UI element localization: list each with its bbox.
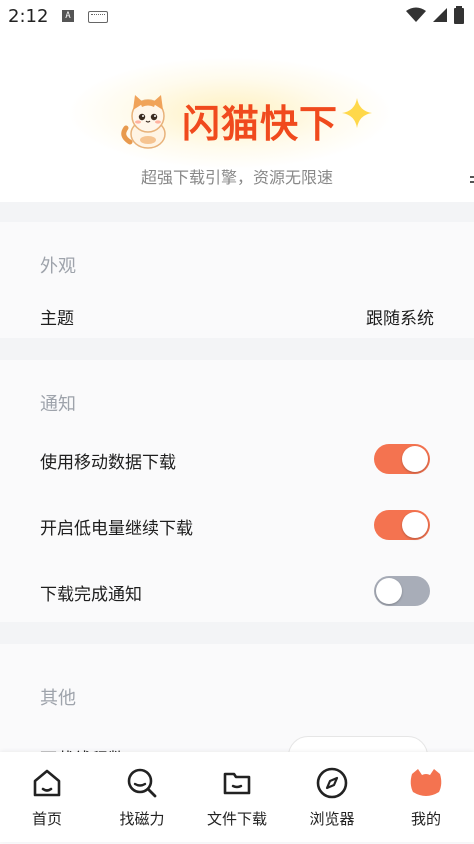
download-complete-label: 下载完成通知 bbox=[40, 585, 142, 605]
nav-file-download[interactable]: 文件下载 bbox=[192, 752, 282, 842]
status-time: 2:12 bbox=[8, 6, 49, 27]
toggle-knob bbox=[402, 512, 428, 538]
keyboard-icon bbox=[88, 11, 108, 23]
home-icon bbox=[30, 766, 64, 800]
nav-mine-label: 我的 bbox=[410, 810, 441, 828]
nav-home-label: 首页 bbox=[31, 810, 62, 828]
nav-browser-label: 浏览器 bbox=[309, 810, 355, 828]
cat-mascot-icon bbox=[121, 95, 166, 149]
magnet-search-icon bbox=[125, 766, 159, 800]
battery-icon bbox=[454, 6, 464, 24]
scroll-indicator bbox=[470, 176, 474, 178]
download-complete-toggle[interactable] bbox=[374, 576, 430, 606]
appearance-section: 外观 主题 跟随系统 bbox=[0, 222, 474, 338]
input-method-icon: A bbox=[62, 10, 74, 22]
nav-magnet-search-label: 找磁力 bbox=[119, 810, 165, 828]
app-tagline: 超强下载引擎，资源无限速 bbox=[140, 168, 333, 187]
notification-row-mobile-data: 使用移动数据下载 bbox=[0, 438, 474, 482]
mobile-data-toggle[interactable] bbox=[374, 444, 430, 474]
bottom-nav: 首页 找磁力 文件下载 浏览器 我的 bbox=[0, 752, 474, 842]
theme-value: 跟随系统 bbox=[366, 309, 434, 329]
compass-icon bbox=[315, 766, 349, 800]
theme-label: 主题 bbox=[40, 309, 74, 329]
toggle-knob bbox=[402, 446, 428, 472]
theme-row[interactable]: 主题 跟随系统 bbox=[0, 292, 474, 336]
nav-mine[interactable]: 我的 bbox=[381, 752, 471, 842]
low-battery-toggle[interactable] bbox=[374, 510, 430, 540]
wifi-icon bbox=[406, 7, 426, 22]
section-title-other: 其他 bbox=[40, 688, 76, 709]
app-logo: 闪猫快下 bbox=[118, 90, 374, 150]
cat-avatar-icon bbox=[409, 766, 443, 800]
notification-row-download-complete: 下载完成通知 bbox=[0, 570, 474, 614]
nav-home[interactable]: 首页 bbox=[2, 752, 92, 842]
scroll-indicator bbox=[470, 181, 474, 183]
low-battery-label: 开启低电量继续下载 bbox=[40, 519, 193, 539]
sparkle-icon bbox=[342, 98, 373, 128]
toggle-knob bbox=[376, 578, 402, 604]
status-icons bbox=[406, 6, 464, 24]
signal-icon bbox=[433, 8, 447, 22]
app-title: 闪猫快下 bbox=[182, 101, 339, 146]
notification-row-low-battery: 开启低电量继续下载 bbox=[0, 504, 474, 548]
status-bar: 2:12 A bbox=[0, 0, 474, 34]
nav-browser[interactable]: 浏览器 bbox=[287, 752, 377, 842]
nav-magnet-search[interactable]: 找磁力 bbox=[97, 752, 187, 842]
section-title-appearance: 外观 bbox=[40, 256, 76, 277]
section-title-notifications: 通知 bbox=[40, 394, 76, 415]
folder-icon bbox=[220, 766, 254, 800]
nav-file-download-label: 文件下载 bbox=[206, 810, 267, 828]
notifications-section: 通知 使用移动数据下载 开启低电量继续下载 下载完成通知 bbox=[0, 360, 474, 622]
mobile-data-label: 使用移动数据下载 bbox=[40, 453, 176, 473]
